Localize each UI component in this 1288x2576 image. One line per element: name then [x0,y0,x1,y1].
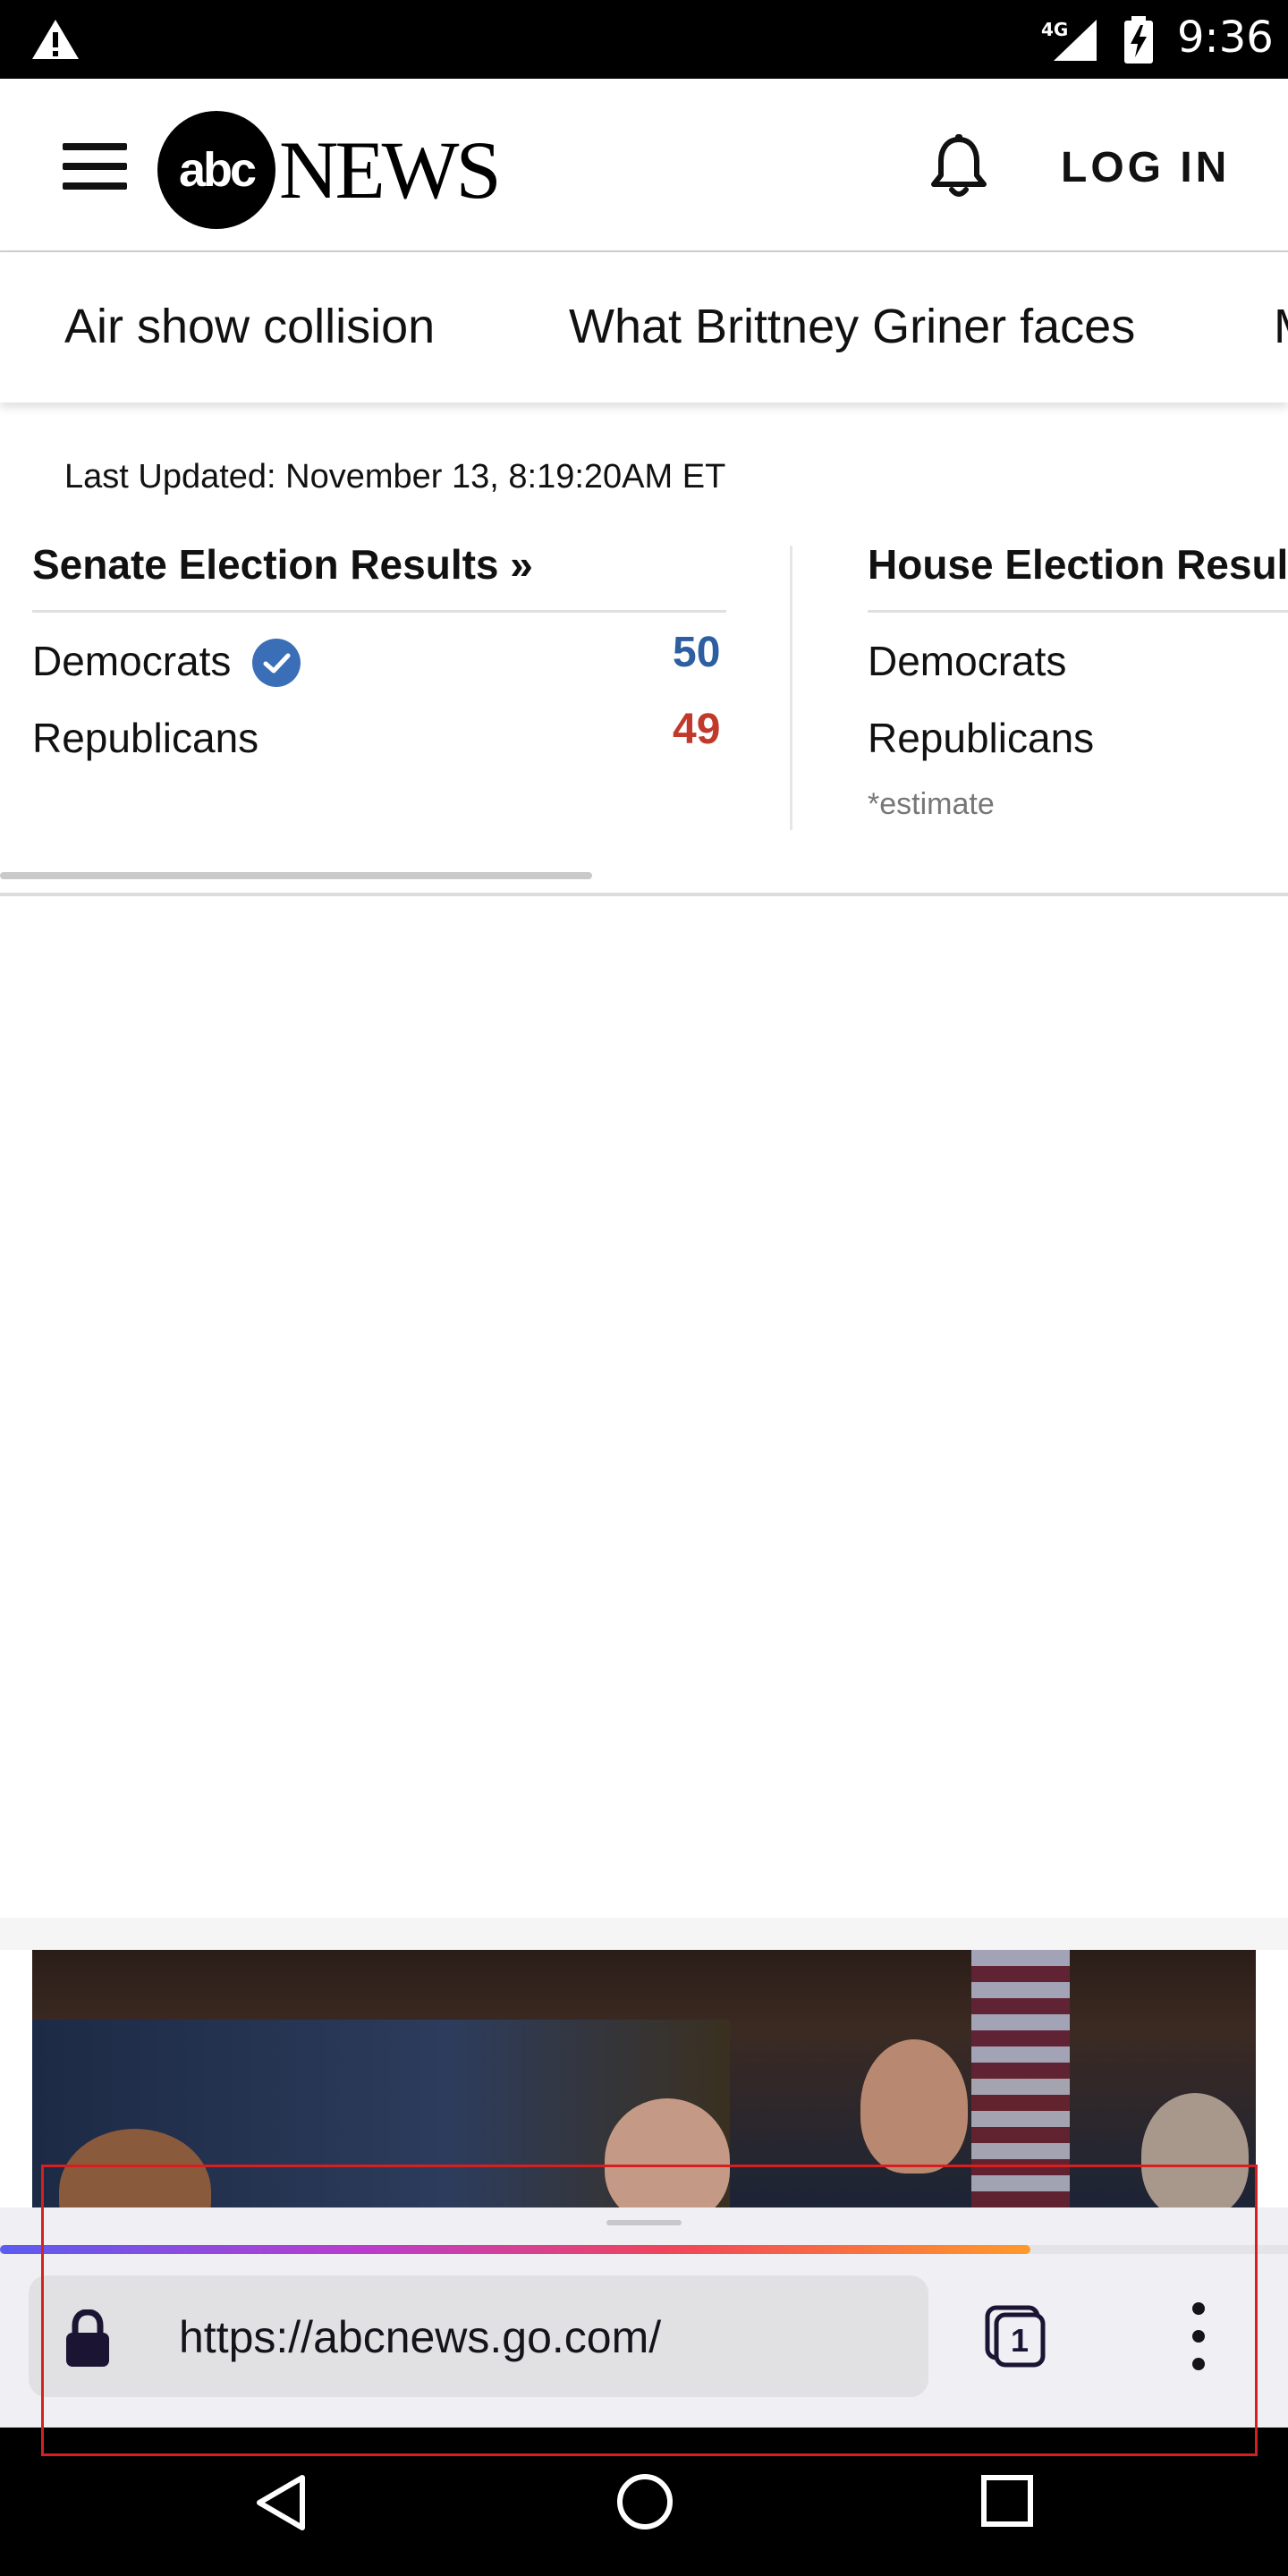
tabs-icon[interactable]: 1 [984,2304,1048,2368]
senate-democrats-label: Democrats [32,638,232,684]
more-options-icon[interactable] [1181,2302,1216,2370]
senate-republicans-label: Republicans [32,715,259,761]
hamburger-menu-icon[interactable] [63,143,127,190]
abc-news-logo[interactable]: abc NEWS [157,111,533,229]
results-scrollbar[interactable] [0,872,592,879]
lock-icon[interactable] [63,2309,113,2368]
tab-count: 1 [1011,2322,1029,2359]
house-results-link[interactable]: House Election Resul [868,540,1288,589]
checkmark-winner-icon [252,639,301,687]
clock: 9:36 [1177,13,1274,63]
senate-democrats-seats: 50 [673,629,721,676]
signal-icon: 4G [1041,19,1097,61]
site-header: abc NEWS LOG IN [0,79,1288,252]
logo-abc: abc [157,111,275,229]
house-republicans-label: Republicans [868,715,1095,761]
estimate-note: *estimate [868,787,995,821]
home-icon[interactable] [615,2472,674,2531]
status-bar: 4G 9:36 [0,0,1288,79]
back-icon[interactable] [252,2472,308,2533]
system-navigation-bar [0,2428,1288,2576]
senate-divider [32,610,726,613]
url-text[interactable]: https://abcnews.go.com/ [179,2311,661,2363]
senate-results-link[interactable]: Senate Election Results » [32,540,533,589]
trending-item[interactable]: What Brittney Griner faces [569,299,1135,354]
network-type-label: 4G [1041,19,1068,40]
warning-icon [32,20,79,59]
senate-republicans-seats: 49 [673,706,721,753]
page-load-progress-bar [0,2245,1030,2254]
section-divider [0,893,1288,896]
toolbar-drag-handle[interactable] [606,2220,682,2225]
panels-divider [790,546,792,830]
trending-item[interactable]: M [1274,299,1288,354]
login-button[interactable]: LOG IN [1061,143,1230,192]
house-divider [868,610,1288,613]
logo-news: NEWS [279,124,502,216]
browser-toolbar: https://abcnews.go.com/ 1 [0,2207,1288,2428]
photo-section-background [0,1918,1288,1950]
recents-icon[interactable] [980,2474,1034,2528]
address-bar[interactable]: https://abcnews.go.com/ [29,2275,928,2397]
trending-item[interactable]: Air show collision [64,299,435,354]
news-photo[interactable] [32,1950,1256,2209]
battery-charging-icon [1124,16,1153,64]
trending-topics-bar: Air show collision What Brittney Griner … [0,252,1288,402]
last-updated-text: Last Updated: November 13, 8:19:20AM ET [64,458,726,496]
house-democrats-label: Democrats [868,638,1067,684]
notification-bell-icon[interactable] [923,131,995,202]
